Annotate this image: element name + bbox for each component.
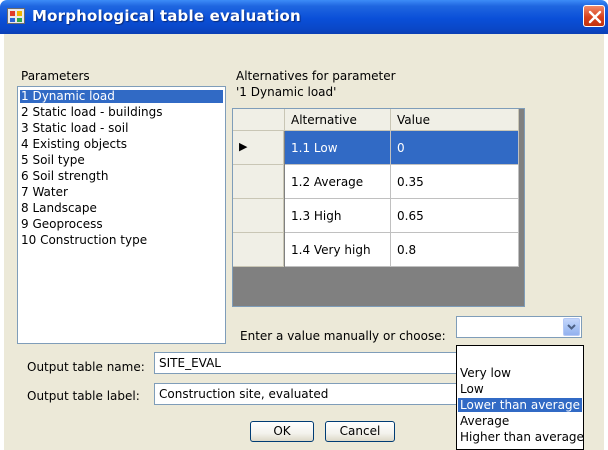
output-table-label-field[interactable]: Construction site, evaluated — [154, 383, 457, 405]
alternatives-label: Alternatives for parameter — [236, 69, 396, 83]
grid-cell-alternative[interactable]: 1.2 Average — [285, 165, 391, 199]
parameter-item[interactable]: 1 Dynamic load — [20, 90, 223, 103]
title-bar[interactable]: Morphological table evaluation — [0, 0, 608, 34]
parameter-item[interactable]: 10 Construction type — [20, 234, 223, 247]
dropdown-option[interactable]: Low — [458, 382, 582, 396]
parameter-item[interactable]: 9 Geoprocess — [20, 218, 223, 231]
parameter-item[interactable]: 4 Existing objects — [20, 138, 223, 151]
grid-cell-value[interactable]: 0 — [391, 131, 519, 165]
dropdown-button[interactable] — [563, 318, 580, 336]
alternatives-parameter-label: '1 Dynamic load' — [236, 85, 337, 99]
dropdown-option[interactable]: Average — [458, 414, 582, 428]
parameters-listbox[interactable]: 1 Dynamic load 2 Static load - buildings… — [17, 86, 226, 344]
grid-cell-value[interactable]: 0.8 — [391, 233, 519, 267]
manual-value-label: Enter a value manually or choose: — [240, 329, 446, 343]
column-header-alternative[interactable]: Alternative — [285, 109, 391, 131]
output-table-label-label: Output table label: — [27, 389, 140, 403]
column-header-value[interactable]: Value — [391, 109, 519, 131]
parameters-label: Parameters — [21, 69, 90, 83]
chevron-down-icon — [567, 324, 576, 330]
close-button[interactable] — [583, 5, 605, 27]
row-header[interactable] — [233, 233, 284, 267]
parameter-item[interactable]: 2 Static load - buildings — [20, 106, 223, 119]
current-row-arrow-icon: ▶ — [239, 140, 248, 153]
output-name-field[interactable]: SITE_EVAL — [154, 352, 457, 374]
output-name-label: Output table name: — [27, 360, 145, 374]
manual-value-combobox[interactable] — [456, 316, 582, 338]
dropdown-option[interactable]: Higher than average — [458, 430, 584, 444]
dropdown-option[interactable]: Very low — [458, 366, 582, 380]
parameter-item[interactable]: 6 Soil strength — [20, 170, 223, 183]
parameter-item[interactable]: 8 Landscape — [20, 202, 223, 215]
alternatives-grid[interactable]: Alternative Value ▶ 1.1 Low 0 1.2 Averag… — [232, 108, 525, 307]
dropdown-option[interactable]: Lower than average — [458, 398, 582, 412]
parameter-item[interactable]: 7 Water — [20, 186, 223, 199]
parameter-item[interactable]: 5 Soil type — [20, 154, 223, 167]
parameter-item[interactable]: 3 Static load - soil — [20, 122, 223, 135]
row-header[interactable] — [233, 199, 284, 233]
grid-cell-alternative[interactable]: 1.4 Very high — [285, 233, 391, 267]
ok-button[interactable]: OK — [250, 421, 314, 442]
grid-cell-value[interactable]: 0.35 — [391, 165, 519, 199]
manual-value-dropdown-list[interactable]: Very low Low Lower than average Average … — [456, 345, 584, 450]
close-icon — [588, 10, 602, 24]
row-header[interactable] — [233, 165, 284, 199]
grid-corner — [233, 109, 285, 131]
grid-cell-alternative[interactable]: 1.1 Low — [285, 131, 391, 165]
grid-cell-value[interactable]: 0.65 — [391, 199, 519, 233]
cancel-button[interactable]: Cancel — [325, 421, 395, 442]
window-title: Morphological table evaluation — [32, 7, 301, 25]
row-header[interactable]: ▶ — [233, 131, 284, 165]
app-icon — [7, 8, 25, 24]
grid-cell-alternative[interactable]: 1.3 High — [285, 199, 391, 233]
